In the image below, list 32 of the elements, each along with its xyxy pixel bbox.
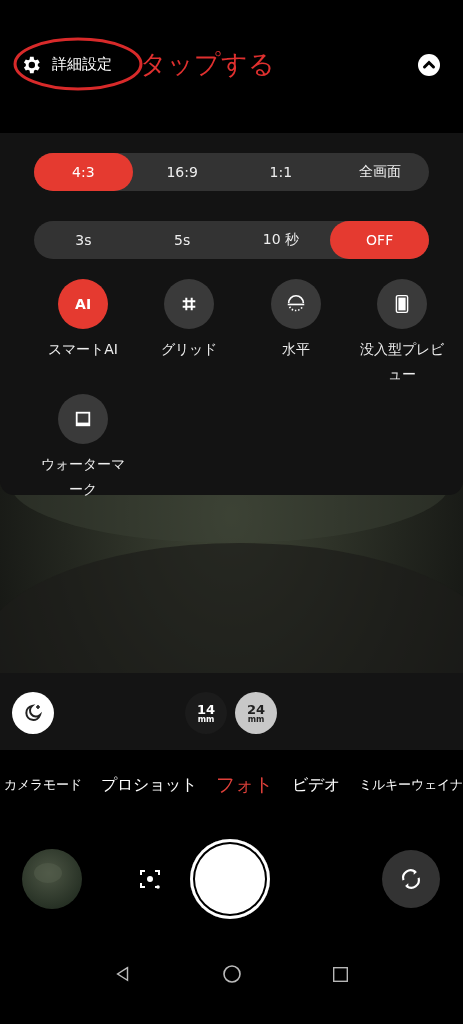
phone-icon xyxy=(393,293,410,315)
camera-mode-tab[interactable]: フォト xyxy=(216,772,273,798)
smart-ai-toggle[interactable]: AI xyxy=(58,279,109,329)
timer-option[interactable]: 10 秒 xyxy=(231,221,331,259)
timer-option[interactable]: 3s xyxy=(34,221,133,259)
camera-mode-tab[interactable]: カメラモード xyxy=(4,776,82,794)
annotation-text: タップする xyxy=(140,48,275,81)
feature-label: 水平 xyxy=(281,340,310,359)
aspect-ratio-option[interactable]: 4:3 xyxy=(34,153,133,191)
timer-option[interactable]: OFF xyxy=(330,221,429,259)
feature-label: 没入型プレビュー xyxy=(358,340,445,384)
focus-icon xyxy=(138,867,162,891)
feature-label: スマートAI xyxy=(48,340,118,359)
feature-label: グリッド xyxy=(161,340,218,359)
grid-toggle[interactable] xyxy=(164,279,215,329)
recents-button[interactable] xyxy=(332,965,349,983)
feature-label: ウォーターマーク xyxy=(40,455,127,499)
watermark-toggle[interactable] xyxy=(58,394,109,444)
camera-mode-tab[interactable]: ミルキーウェイナ xyxy=(359,776,463,794)
aspect-ratio-option[interactable]: 16:9 xyxy=(132,153,232,191)
gallery-thumbnail[interactable] xyxy=(22,849,82,909)
timer-option[interactable]: 5s xyxy=(132,221,232,259)
camera-mode-tab[interactable]: ビデオ xyxy=(292,774,340,796)
scan-button[interactable] xyxy=(138,867,162,891)
collapse-button[interactable] xyxy=(417,52,441,77)
home-button[interactable] xyxy=(222,964,242,984)
frame-icon xyxy=(74,410,93,428)
aspect-ratio-option[interactable]: 1:1 xyxy=(231,153,331,191)
level-toggle[interactable] xyxy=(270,279,321,329)
immersive-toggle[interactable] xyxy=(376,279,427,329)
camera-mode-tab[interactable]: プロショット xyxy=(101,774,197,796)
aspect-ratio-option[interactable]: 全画面 xyxy=(330,153,429,191)
